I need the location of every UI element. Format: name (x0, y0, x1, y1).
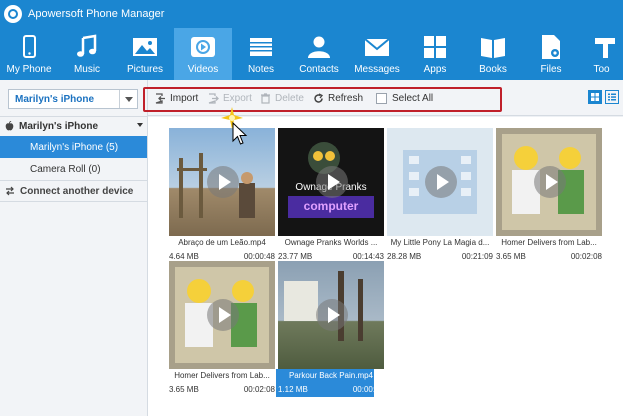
video-size: 4.64 MB (169, 252, 199, 261)
books-icon (481, 38, 505, 58)
nav-tools[interactable]: Too (580, 28, 623, 80)
chevron-down-icon[interactable] (119, 90, 137, 108)
video-thumbnail[interactable] (387, 128, 493, 236)
nav-label: Apps (423, 64, 447, 75)
nav-label: Files (540, 64, 562, 75)
connect-device-item[interactable]: Connect another device (0, 180, 147, 202)
music-icon (77, 34, 97, 57)
video-size: 3.65 MB (496, 252, 526, 261)
sidebar-item-camera-roll[interactable]: Camera Roll (0) (0, 158, 147, 180)
main-nav: My Phone Music Pictures Videos Notes Con… (0, 28, 623, 80)
sidebar-item-iphone[interactable]: Marilyn's iPhone (5) (0, 136, 147, 158)
sidebar: Marilyn's iPhone Marilyn's iPhone Marily… (0, 80, 148, 416)
tools-icon (594, 38, 615, 58)
grid-icon (591, 93, 599, 101)
title-bar: Apowersoft Phone Manager (0, 0, 623, 28)
thumb-caption: computer (303, 199, 359, 213)
collapse-icon[interactable] (137, 123, 143, 127)
video-size: 28.28 MB (387, 252, 422, 261)
play-icon[interactable] (316, 299, 348, 331)
videos-icon (191, 37, 215, 57)
video-thumbnail[interactable] (169, 128, 275, 236)
notes-icon (250, 38, 272, 56)
nav-contacts[interactable]: Contacts (290, 28, 348, 80)
connect-icon (6, 186, 14, 196)
messages-icon (364, 38, 390, 56)
video-thumbnail[interactable] (278, 261, 384, 369)
video-size: 3.65 MB (169, 385, 199, 394)
nav-notes[interactable]: Notes (232, 28, 290, 80)
video-duration: 00:14:43 (352, 252, 384, 261)
video-name: Homer Delivers from Lab... (501, 238, 597, 247)
nav-label: Pictures (126, 64, 164, 75)
device-select[interactable]: Marilyn's iPhone (8, 89, 138, 109)
nav-label: Music (73, 64, 101, 75)
nav-pictures[interactable]: Pictures (116, 28, 174, 80)
nav-files[interactable]: Files (522, 28, 580, 80)
play-icon[interactable] (425, 166, 457, 198)
apple-icon (5, 121, 14, 131)
video-thumbnail[interactable] (496, 128, 602, 236)
video-thumbnail[interactable] (169, 261, 275, 369)
list-view-button[interactable] (605, 90, 619, 104)
video-thumbnail[interactable]: Ownage Pranks computer (278, 128, 384, 236)
video-size: 23.77 MB (278, 252, 313, 261)
sidebar-item-label: Marilyn's iPhone (5) (30, 141, 119, 153)
sidebar-item-label: Camera Roll (0) (30, 163, 101, 175)
video-name: Homer Delivers from Lab... (174, 371, 270, 380)
video-duration: 00:00:20 (352, 385, 384, 394)
nav-label: Messages (354, 64, 400, 75)
video-grid: Abraço de um Leão.mp4 4.64 MB 00:00:48 O… (148, 117, 623, 416)
nav-my-phone[interactable]: My Phone (0, 28, 58, 80)
play-icon[interactable] (207, 299, 239, 331)
device-select-value: Marilyn's iPhone (15, 93, 95, 105)
apps-icon (424, 36, 446, 58)
video-duration: 00:00:48 (243, 252, 275, 261)
pictures-icon (133, 38, 157, 56)
video-duration: 00:02:08 (570, 252, 602, 261)
play-icon[interactable] (534, 166, 566, 198)
phone-icon (23, 35, 36, 58)
nav-label: Books (479, 64, 507, 75)
connect-device-label: Connect another device (20, 185, 134, 197)
video-size: 1.12 MB (278, 385, 308, 394)
contacts-icon (308, 36, 330, 58)
nav-label: My Phone (6, 64, 52, 75)
nav-music[interactable]: Music (58, 28, 116, 80)
annotation-highlight (143, 87, 502, 112)
device-tree-label: Marilyn's iPhone (19, 120, 99, 132)
nav-videos[interactable]: Videos (174, 28, 232, 80)
video-name: Abraço de um Leão.mp4 (178, 238, 266, 247)
nav-label: Contacts (299, 64, 339, 75)
nav-label: Videos (187, 64, 219, 75)
video-name: Ownage Pranks Worlds ... (284, 238, 378, 247)
video-name: My Little Pony La Magia d... (390, 238, 490, 247)
play-icon[interactable] (207, 166, 239, 198)
device-tree-header[interactable]: Marilyn's iPhone (0, 116, 147, 136)
play-icon[interactable] (316, 166, 348, 198)
video-duration: 00:21:09 (461, 252, 493, 261)
nav-messages[interactable]: Messages (348, 28, 406, 80)
files-icon (542, 35, 560, 59)
list-icon (608, 93, 616, 101)
app-logo-icon (4, 5, 22, 23)
window-title: Apowersoft Phone Manager (28, 8, 165, 20)
grid-view-button[interactable] (588, 90, 602, 104)
nav-apps[interactable]: Apps (406, 28, 464, 80)
nav-label: Too (593, 64, 610, 75)
video-duration: 00:02:08 (243, 385, 275, 394)
video-name: Parkour Back Pain.mp4 (288, 371, 374, 380)
mouse-cursor-icon (232, 122, 248, 145)
nav-label: Notes (247, 64, 275, 75)
nav-books[interactable]: Books (464, 28, 522, 80)
